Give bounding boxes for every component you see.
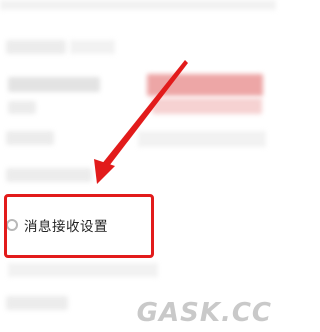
- arrow-icon: [94, 60, 188, 184]
- watermark: GASK.CC: [136, 298, 272, 328]
- arrow-shaft: [101, 60, 188, 170]
- arrow-head: [94, 159, 115, 184]
